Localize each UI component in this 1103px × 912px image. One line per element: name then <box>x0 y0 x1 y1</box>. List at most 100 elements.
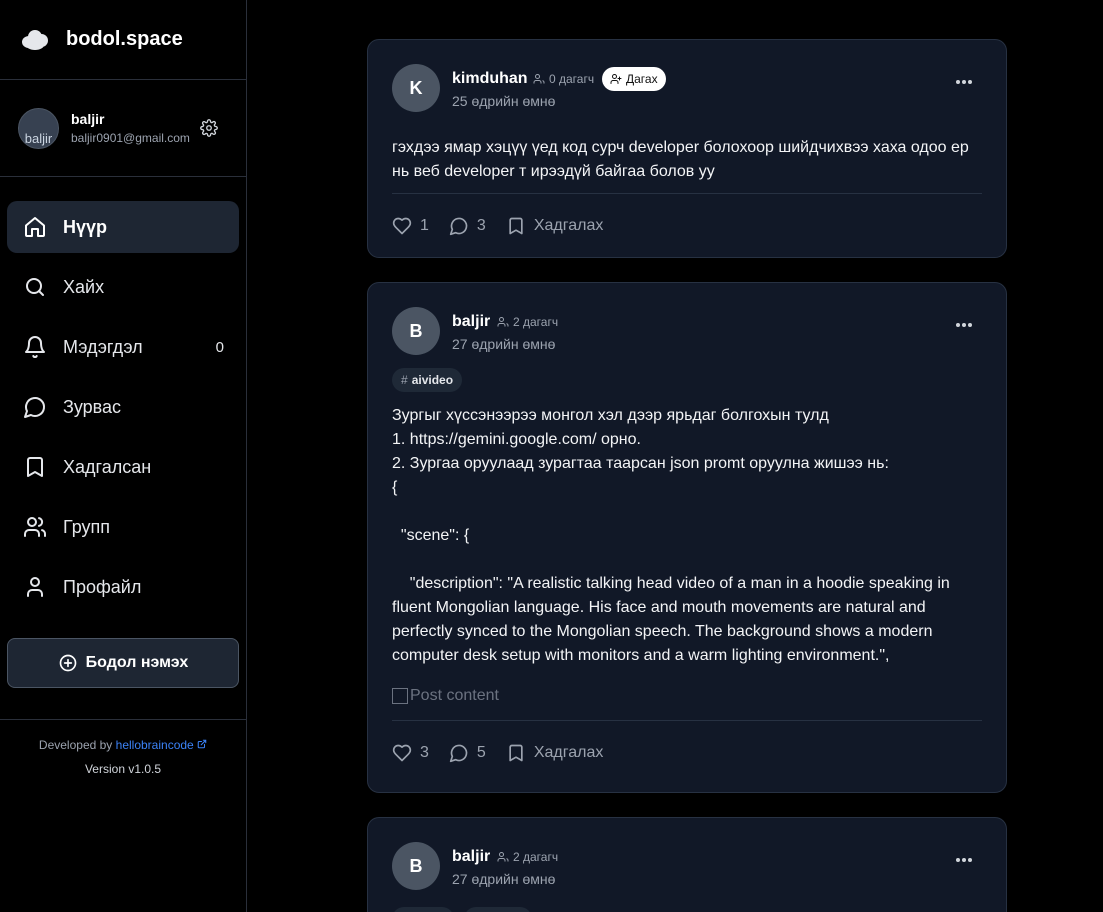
users-icon <box>533 74 545 84</box>
add-post-button[interactable]: Бодол нэмэх <box>7 638 239 688</box>
post-actions: 3 5 Хадгалах <box>392 720 982 784</box>
sidebar: bodol.space baljir baljir baljir0901@gma… <box>0 0 247 912</box>
avatar[interactable]: baljir <box>18 107 59 149</box>
post-author[interactable]: kimduhan <box>452 70 528 88</box>
more-options-icon[interactable] <box>956 323 972 327</box>
user-name: baljir <box>71 111 105 127</box>
post-author[interactable]: baljir <box>452 848 490 866</box>
notification-count: 0 <box>215 338 224 356</box>
users-icon <box>497 852 509 862</box>
avatar[interactable]: K <box>392 64 440 112</box>
follower-count-text: 0 дагагч <box>549 72 595 86</box>
sidebar-item-groups[interactable]: Групп <box>7 501 239 553</box>
hashtag[interactable] <box>392 907 454 912</box>
post-author[interactable]: baljir <box>452 313 490 331</box>
follower-count-text: 2 дагагч <box>513 315 559 329</box>
developed-by-text: Developed by <box>38 738 113 752</box>
comment-button[interactable]: 5 <box>449 743 486 763</box>
user-plus-icon <box>610 74 622 84</box>
version-text: Version v1.0.5 <box>84 762 162 776</box>
post-line: "description": "A realistic talking head… <box>392 575 955 664</box>
sidebar-item-home[interactable]: Нүүр <box>7 201 239 253</box>
save-button[interactable]: Хадгалах <box>506 743 604 763</box>
user-info: baljir baljir0901@gmail.com <box>71 111 191 145</box>
follower-count-text: 2 дагагч <box>513 850 559 864</box>
avatar[interactable]: B <box>392 842 440 890</box>
follow-button[interactable]: Дагах <box>602 67 666 91</box>
cloud-icon <box>20 28 50 52</box>
external-link-icon <box>197 739 207 749</box>
post-time: 25 өдрийн өмнө <box>452 93 556 109</box>
post-line: 2. Зургаа оруулаад зурагтаа таарсан json… <box>392 455 889 472</box>
post-line <box>392 548 982 572</box>
user-icon <box>27 577 43 597</box>
sidebar-footer: Developed by hellobraincode Version v1.0… <box>0 719 246 776</box>
post-header: B baljir 2 дагагч 27 өдрийн өмнө <box>368 283 1006 368</box>
post-time: 27 өдрийн өмнө <box>452 336 556 352</box>
user-email: baljir0901@gmail.com <box>71 131 190 145</box>
like-button[interactable]: 1 <box>392 216 429 236</box>
post-time: 27 өдрийн өмнө <box>452 871 556 887</box>
like-count: 1 <box>420 216 429 234</box>
hashtag[interactable]: # aivideo <box>392 368 463 392</box>
sidebar-item-search[interactable]: Хайх <box>7 261 239 313</box>
more-options-icon[interactable] <box>956 858 972 862</box>
post-line: 1. https://gemini.google.com/ орно. <box>392 431 641 448</box>
avatar[interactable]: B <box>392 307 440 355</box>
post-header: B baljir 2 дагагч 27 өдрийн өмнө <box>368 818 1006 912</box>
post-line: Зургыг хүссэнээрээ монгол хэл дээр ярьда… <box>392 407 829 424</box>
developer-credit: Developed by hellobraincode <box>0 738 246 752</box>
sidebar-item-saved[interactable]: Хадгалсан <box>7 441 239 493</box>
sidebar-item-label: Групп <box>63 516 111 537</box>
sidebar-item-profile[interactable]: Профайл <box>7 561 239 613</box>
comment-count: 5 <box>476 743 486 761</box>
post-actions: 1 3 Хадгалах <box>392 193 982 257</box>
search-icon <box>26 278 44 296</box>
post-image-alt: Post content <box>410 687 499 704</box>
sidebar-item-label: Профайл <box>63 576 142 597</box>
sidebar-item-label: Зурвас <box>63 396 122 417</box>
sidebar-item-label: Хадгалсан <box>63 456 152 477</box>
save-button[interactable]: Хадгалах <box>506 216 604 236</box>
heart-icon <box>392 744 412 761</box>
post-line: "scene": { <box>392 527 470 544</box>
bookmark-icon <box>509 744 523 761</box>
follower-count: 0 дагагч <box>533 72 594 86</box>
follow-label: Дагах <box>626 72 658 86</box>
add-post-label: Бодол нэмэх <box>85 654 189 671</box>
post-header: K kimduhan 0 дагагч Дагах 25 өдрийн өмнө <box>368 40 1006 136</box>
more-options-icon[interactable] <box>956 80 972 84</box>
bookmark-icon <box>27 457 43 477</box>
post-body: # aivideo Зургыг хүссэнээрээ монгол хэл д… <box>368 368 1006 708</box>
hashtag-label: aivideo <box>411 373 454 387</box>
post-text: гэхдээ ямар хэцүү үед код сурч developer… <box>392 139 969 180</box>
sidebar-item-label: Хайх <box>63 276 105 297</box>
users-icon <box>24 517 47 537</box>
save-label: Хадгалах <box>533 216 604 234</box>
follower-count: 2 дагагч <box>497 315 558 329</box>
plus-circle-icon <box>59 654 77 672</box>
comment-button[interactable]: 3 <box>449 216 486 236</box>
brand-name: bodol.space <box>66 28 183 50</box>
gear-icon[interactable] <box>200 119 218 137</box>
message-icon <box>24 397 45 418</box>
post-text: Зургыг хүссэнээрээ монгол хэл дээр ярьда… <box>392 404 982 668</box>
user-panel: baljir baljir baljir0901@gmail.com <box>0 80 246 177</box>
post-card: K kimduhan 0 дагагч Дагах 25 өдрийн өмнө… <box>367 39 1007 258</box>
save-label: Хадгалах <box>533 743 604 761</box>
sidebar-item-label: Мэдэгдэл <box>63 336 143 357</box>
developer-link[interactable]: hellobraincode <box>116 738 194 752</box>
post-line: { <box>392 479 398 496</box>
sidebar-item-messages[interactable]: Зурвас <box>7 381 239 433</box>
sidebar-item-notifications[interactable]: Мэдэгдэл 0 <box>7 321 239 373</box>
post-card: B baljir 2 дагагч 27 өдрийн өмнө # aivide… <box>367 282 1007 793</box>
comment-icon <box>449 744 468 762</box>
post-image[interactable]: Post content <box>392 684 982 708</box>
like-button[interactable]: 3 <box>392 743 429 763</box>
comment-icon <box>449 217 468 235</box>
post-card: B baljir 2 дагагч 27 өдрийн өмнө <box>367 817 1007 912</box>
broken-image-icon <box>392 688 408 704</box>
brand[interactable]: bodol.space <box>0 0 246 80</box>
hashtag[interactable] <box>464 907 533 912</box>
comment-count: 3 <box>476 216 486 234</box>
